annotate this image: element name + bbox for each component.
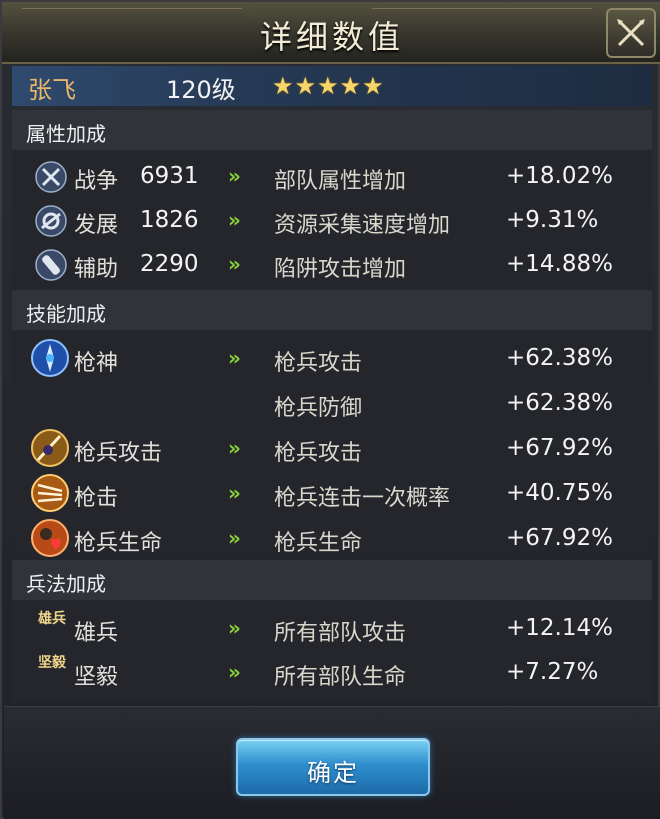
section-header-tactics: 兵法加成 — [12, 560, 652, 600]
details-dialog: 详细数值 张飞 120级 ★★★★★ 属性加成 战争 6931 » 部队属性增加… — [0, 0, 660, 819]
attribute-row-development: 发展 1826 » 资源采集速度增加 +9.31% — [12, 198, 652, 242]
double-arrow-icon: » — [228, 660, 241, 684]
effect-value: +62.38% — [506, 390, 613, 416]
attribute-row-war: 战争 6931 » 部队属性增加 +18.02% — [12, 154, 652, 198]
effect-value: +40.75% — [506, 480, 613, 506]
close-icon — [617, 19, 645, 47]
skill-name: 枪神 — [74, 351, 119, 376]
tactic-row-jianyi: 坚毅 坚毅 » 所有部队生命 +7.27% — [12, 650, 652, 694]
double-arrow-icon: » — [228, 481, 241, 505]
spear-god-skill-icon — [31, 339, 69, 377]
hero-level: 120级 — [166, 76, 236, 104]
effect-label: 枪兵生命 — [274, 531, 363, 556]
skill-name: 枪兵生命 — [74, 531, 163, 556]
double-arrow-icon: » — [228, 436, 241, 460]
effect-value: +9.31% — [506, 207, 599, 233]
effect-label: 所有部队攻击 — [274, 621, 407, 646]
double-arrow-icon: » — [228, 164, 241, 188]
skill-row-spear-strike: 枪击 » 枪兵连击一次概率 +40.75% — [12, 471, 652, 515]
hero-name: 张飞 — [28, 76, 76, 104]
attribute-name: 辅助 — [74, 257, 119, 282]
effect-label: 枪兵攻击 — [274, 351, 363, 376]
attribute-row-support: 辅助 2290 » 陷阱攻击增加 +14.88% — [12, 242, 652, 286]
attribute-name: 发展 — [74, 213, 119, 238]
spearman-life-skill-icon — [31, 519, 69, 557]
effect-label: 部队属性增加 — [274, 169, 407, 194]
crossed-swords-icon — [35, 161, 67, 193]
attribute-number: 6931 — [140, 163, 199, 189]
attribute-name: 战争 — [74, 169, 119, 194]
effect-value: +12.14% — [506, 615, 613, 641]
effect-label: 所有部队生命 — [274, 665, 407, 690]
dialog-title: 详细数值 — [259, 18, 404, 56]
development-icon — [35, 205, 67, 237]
skill-row-spearman-attack: 枪兵攻击 » 枪兵攻击 +67.92% — [12, 426, 652, 470]
double-arrow-icon: » — [228, 252, 241, 276]
effect-value: +14.88% — [506, 251, 613, 277]
double-arrow-icon: » — [228, 208, 241, 232]
tactic-name: 坚毅 — [74, 665, 119, 690]
skill-row-continuation: 枪兵防御 +62.38% — [12, 381, 652, 425]
support-icon — [35, 249, 67, 281]
effect-label: 枪兵攻击 — [274, 441, 363, 466]
tactic-row-xiongbing: 雄兵 雄兵 » 所有部队攻击 +12.14% — [12, 606, 652, 650]
hero-stars: ★★★★★ — [272, 72, 385, 100]
confirm-button-label: 确定 — [307, 759, 359, 787]
effect-value: +62.38% — [506, 345, 613, 371]
skill-row-spear-god: 枪神 » 枪兵攻击 +62.38% — [12, 336, 652, 380]
skill-name: 枪兵攻击 — [74, 441, 163, 466]
xiongbing-tactic-icon: 雄兵 — [38, 611, 66, 627]
effect-value: +67.92% — [506, 525, 613, 551]
effect-label: 陷阱攻击增加 — [274, 257, 407, 282]
effect-label: 资源采集速度增加 — [274, 213, 451, 238]
effect-value: +7.27% — [506, 659, 599, 685]
spear-strike-skill-icon — [31, 474, 69, 512]
close-button[interactable] — [606, 8, 656, 58]
hero-summary: 张飞 120级 ★★★★★ — [12, 66, 652, 106]
double-arrow-icon: » — [228, 616, 241, 640]
double-arrow-icon: » — [228, 346, 241, 370]
spearman-attack-skill-icon — [31, 429, 69, 467]
effect-label: 枪兵防御 — [274, 396, 363, 421]
effect-value: +67.92% — [506, 435, 613, 461]
effect-value: +18.02% — [506, 163, 613, 189]
confirm-button[interactable]: 确定 — [236, 738, 430, 796]
jianyi-tactic-icon: 坚毅 — [38, 655, 66, 671]
skill-row-spearman-life: 枪兵生命 » 枪兵生命 +67.92% — [12, 516, 652, 560]
skill-name: 枪击 — [74, 486, 119, 511]
attribute-number: 1826 — [140, 207, 199, 233]
attribute-number: 2290 — [140, 251, 199, 277]
effect-label: 枪兵连击一次概率 — [274, 486, 451, 511]
tactic-name: 雄兵 — [74, 621, 119, 646]
double-arrow-icon: » — [228, 526, 241, 550]
title-bar: 详细数值 — [2, 2, 660, 64]
section-header-attributes: 属性加成 — [12, 110, 652, 150]
section-header-skills: 技能加成 — [12, 290, 652, 330]
